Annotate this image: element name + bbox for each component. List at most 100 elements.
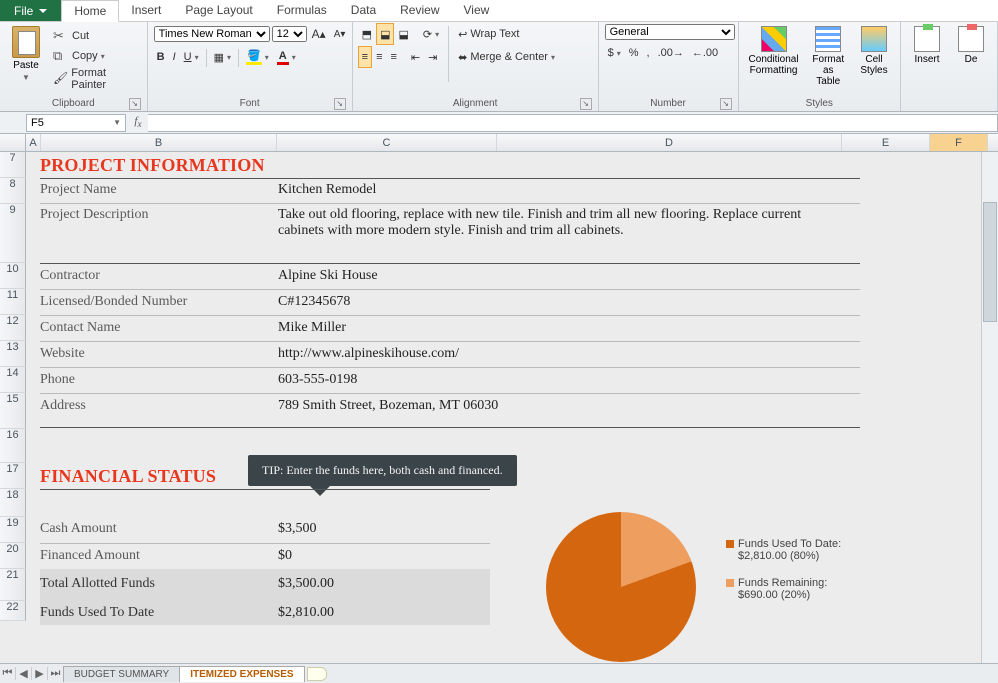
- vertical-scrollbar[interactable]: [981, 152, 998, 663]
- conditional-formatting-button[interactable]: Conditional Formatting: [745, 24, 803, 78]
- format-painter-button[interactable]: Format Painter: [50, 66, 141, 92]
- sheet-tab-budget-summary[interactable]: BUDGET SUMMARY: [63, 666, 180, 682]
- dialog-launcher-icon[interactable]: ↘: [334, 98, 346, 110]
- row-header[interactable]: 16: [0, 429, 26, 463]
- col-header-c[interactable]: C: [277, 134, 497, 151]
- nav-first-icon[interactable]: ⏮: [0, 667, 16, 680]
- col-header-b[interactable]: B: [41, 134, 277, 151]
- value-financed[interactable]: $0: [278, 548, 292, 564]
- increase-font-button[interactable]: A▴: [309, 24, 329, 44]
- row-header[interactable]: 14: [0, 367, 26, 393]
- italic-button[interactable]: I: [170, 47, 179, 67]
- align-center-button[interactable]: ≡: [373, 47, 385, 67]
- row-header[interactable]: 21: [0, 569, 26, 601]
- row-header[interactable]: 17: [0, 463, 26, 489]
- align-right-button[interactable]: ≡: [388, 47, 400, 67]
- row-header[interactable]: 12: [0, 315, 26, 341]
- number-format-select[interactable]: General: [605, 24, 735, 40]
- nav-next-icon[interactable]: ▶: [32, 667, 48, 680]
- paste-button[interactable]: Paste ▼: [6, 24, 46, 84]
- decrease-font-button[interactable]: A▾: [331, 24, 349, 44]
- borders-button[interactable]: ▦▾: [211, 47, 234, 67]
- value-phone[interactable]: 603-555-0198: [278, 372, 357, 388]
- col-header-f[interactable]: F: [930, 134, 988, 151]
- font-color-button[interactable]: A▾: [274, 47, 299, 67]
- merge-center-button[interactable]: ⬌Merge & Center▾: [455, 47, 558, 67]
- decrease-indent-button[interactable]: ⇤: [408, 47, 423, 67]
- row-header[interactable]: 13: [0, 341, 26, 367]
- tab-home[interactable]: Home: [61, 0, 119, 22]
- row-header[interactable]: 19: [0, 517, 26, 543]
- value-project-name[interactable]: Kitchen Remodel: [278, 182, 376, 198]
- cut-button[interactable]: Cut: [50, 26, 141, 46]
- tab-insert[interactable]: Insert: [119, 0, 173, 21]
- row-header[interactable]: 7: [0, 152, 26, 178]
- copy-button[interactable]: Copy▾: [50, 46, 141, 66]
- percent-button[interactable]: %: [626, 43, 642, 63]
- increase-indent-button[interactable]: ⇥: [425, 47, 440, 67]
- value-contact[interactable]: Mike Miller: [278, 320, 346, 336]
- comma-button[interactable]: ,: [644, 43, 653, 63]
- value-license[interactable]: C#12345678: [278, 294, 350, 310]
- increase-decimal-button[interactable]: .00→: [655, 43, 687, 63]
- label-phone: Phone: [40, 372, 75, 388]
- nav-prev-icon[interactable]: ◀: [16, 667, 32, 680]
- format-as-table-button[interactable]: Format as Table: [807, 24, 850, 89]
- formula-bar: F5▼ fx: [0, 112, 998, 134]
- col-header-a[interactable]: A: [26, 134, 41, 151]
- row-header[interactable]: 22: [0, 601, 26, 621]
- font-name-select[interactable]: Times New Roman: [154, 26, 270, 42]
- value-contractor[interactable]: Alpine Ski House: [278, 268, 378, 284]
- label-website: Website: [40, 346, 85, 362]
- value-website[interactable]: http://www.alpineskihouse.com/: [278, 346, 459, 362]
- name-box[interactable]: F5▼: [26, 114, 126, 132]
- col-header-d[interactable]: D: [497, 134, 842, 151]
- row-header[interactable]: 10: [0, 263, 26, 289]
- nav-last-icon[interactable]: ⏭: [48, 667, 64, 680]
- formula-input[interactable]: [148, 114, 998, 132]
- tab-data[interactable]: Data: [339, 0, 388, 21]
- wrap-text-button[interactable]: ↩Wrap Text: [455, 24, 558, 44]
- row-header[interactable]: 8: [0, 178, 26, 204]
- align-left-button[interactable]: ≡: [359, 47, 371, 67]
- tab-review[interactable]: Review: [388, 0, 451, 21]
- value-project-desc[interactable]: Take out old flooring, replace with new …: [278, 207, 838, 239]
- cell-styles-button[interactable]: Cell Styles: [854, 24, 894, 78]
- dialog-launcher-icon[interactable]: ↘: [129, 98, 141, 110]
- row-header[interactable]: 20: [0, 543, 26, 569]
- col-header-e[interactable]: E: [842, 134, 930, 151]
- row-header[interactable]: 15: [0, 393, 26, 429]
- delete-cells-button[interactable]: De: [951, 24, 991, 67]
- value-used: $2,810.00: [278, 605, 334, 621]
- align-bottom-button[interactable]: ⬓: [395, 24, 411, 44]
- align-top-button[interactable]: ⬒: [359, 24, 375, 44]
- tab-page-layout[interactable]: Page Layout: [173, 0, 264, 21]
- orientation-button[interactable]: ⟳▾: [420, 24, 442, 44]
- cell-grid[interactable]: PROJECT INFORMATION Project Name Kitchen…: [26, 152, 998, 621]
- insert-cells-button[interactable]: Insert: [907, 24, 947, 67]
- row-header[interactable]: 11: [0, 289, 26, 315]
- select-all-corner[interactable]: [0, 134, 26, 151]
- scrollbar-thumb[interactable]: [983, 202, 997, 322]
- underline-button[interactable]: U▾: [181, 47, 202, 67]
- sheet-tab-itemized-expenses[interactable]: ITEMIZED EXPENSES: [179, 666, 304, 682]
- font-size-select[interactable]: 12: [272, 26, 307, 42]
- tab-formulas[interactable]: Formulas: [265, 0, 339, 21]
- new-sheet-button[interactable]: [307, 667, 327, 681]
- row-header[interactable]: 18: [0, 489, 26, 517]
- chevron-down-icon[interactable]: ▼: [113, 118, 121, 127]
- value-cash[interactable]: $3,500: [278, 521, 317, 537]
- dialog-launcher-icon[interactable]: ↘: [720, 98, 732, 110]
- decrease-decimal-button[interactable]: ←.00: [689, 43, 721, 63]
- dialog-launcher-icon[interactable]: ↘: [580, 98, 592, 110]
- fill-color-button[interactable]: 🪣▾: [243, 47, 272, 67]
- fx-button[interactable]: fx: [128, 115, 148, 129]
- file-tab[interactable]: File: [0, 0, 61, 21]
- align-middle-button[interactable]: ⬓: [377, 24, 393, 44]
- value-address[interactable]: 789 Smith Street, Bozeman, MT 06030: [278, 398, 498, 414]
- bold-button[interactable]: B: [154, 47, 168, 67]
- tab-view[interactable]: View: [452, 0, 502, 21]
- legend-text: $690.00 (20%): [738, 589, 810, 601]
- currency-button[interactable]: $▾: [605, 43, 624, 63]
- row-header[interactable]: 9: [0, 204, 26, 263]
